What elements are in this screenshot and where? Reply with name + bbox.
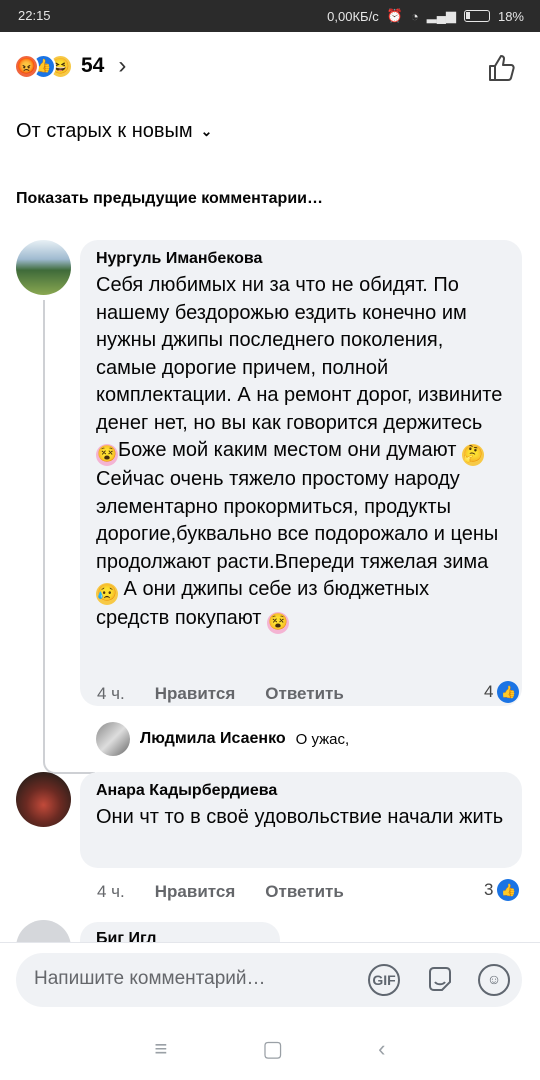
- comment-actions: 4 ч. Нравится Ответить: [97, 684, 344, 704]
- comment-text: Себя любимых ни за что не обидят. По наш…: [96, 272, 506, 634]
- comment-likes[interactable]: 3 👍: [484, 879, 520, 901]
- comment-input-placeholder: Напишите комментарий…: [34, 968, 266, 989]
- angry-icon: 😡: [14, 53, 39, 79]
- emoji-icon[interactable]: ☺: [478, 964, 510, 996]
- alarm-icon: ⏰: [386, 8, 403, 23]
- menu-icon[interactable]: ≡: [155, 1036, 168, 1062]
- network-speed: 0,00КБ/с: [327, 8, 379, 24]
- like-comment-button[interactable]: Нравится: [155, 882, 236, 902]
- battery-icon: [463, 10, 490, 22]
- wifi-icon: ◔: [410, 8, 419, 24]
- show-previous-comments-link[interactable]: Показать предыдущие комментарии…: [16, 190, 323, 208]
- sort-dropdown[interactable]: От старых к новым ⌄: [16, 120, 212, 143]
- reply-snippet: О ужас,: [295, 730, 350, 748]
- status-bar: 22:15 0,00КБ/с ⏰ ◔ ▂▄▆ 18%: [0, 0, 540, 32]
- comment-actions: 4 ч. Нравится Ответить: [97, 882, 344, 902]
- reply-button[interactable]: Ответить: [265, 684, 344, 704]
- reactions-count: 54: [81, 54, 105, 77]
- comment-time: 4 ч.: [97, 684, 125, 703]
- thinking-face-icon: 🤔: [461, 444, 484, 466]
- comment-bubble[interactable]: Нургуль Иманбекова Себя любимых ни за чт…: [80, 240, 522, 706]
- comments-sheet: 😡 👍 😆 54 › От старых к новым ⌄ Показать …: [0, 32, 540, 942]
- avatar[interactable]: [16, 772, 71, 827]
- sort-label: От старых к новым: [16, 120, 193, 142]
- comment-author[interactable]: Анара Кадырбердиева: [96, 782, 506, 800]
- system-nav-bar: ≡ ▢ ‹: [0, 1026, 540, 1071]
- gif-icon[interactable]: GIF: [368, 964, 400, 996]
- like-button-icon[interactable]: [486, 52, 518, 84]
- status-time: 22:15: [18, 8, 51, 23]
- reply-author: Людмила Исаенко: [140, 730, 286, 747]
- sticker-icon[interactable]: [424, 964, 456, 996]
- like-comment-button[interactable]: Нравится: [155, 684, 236, 704]
- comment-text: Они чт то в своё удовольствие начали жит…: [96, 806, 504, 828]
- avatar: [96, 722, 130, 756]
- battery-level: 18%: [497, 8, 524, 24]
- like-icon: 👍: [497, 681, 520, 703]
- like-icon: 👍: [497, 879, 520, 901]
- signal-icon: ▂▄▆: [426, 8, 456, 23]
- sad-face-icon: 😥: [96, 583, 118, 605]
- comment-input[interactable]: Напишите комментарий… GIF ☺: [16, 953, 522, 1007]
- avatar[interactable]: [16, 240, 71, 295]
- comment-time: 4 ч.: [97, 882, 125, 901]
- chevron-right-icon: ›: [118, 52, 127, 79]
- reply-button[interactable]: Ответить: [265, 882, 344, 902]
- comment-likes[interactable]: 4 👍: [484, 681, 520, 703]
- likes-count: 3: [484, 880, 494, 899]
- reply-preview[interactable]: Людмила Исаенко О ужас,: [96, 722, 349, 756]
- dizzy-face-icon: 😵: [96, 444, 118, 466]
- likes-count: 4: [484, 682, 494, 701]
- back-icon[interactable]: ‹: [378, 1036, 385, 1062]
- comment-bubble[interactable]: Анара Кадырбердиева Они чт то в своё удо…: [80, 772, 522, 868]
- comment-author[interactable]: Нургуль Иманбекова: [96, 250, 506, 268]
- home-icon[interactable]: ▢: [262, 1036, 283, 1062]
- composer-bar: Напишите комментарий… GIF ☺ ≡ ▢ ‹: [0, 942, 540, 1080]
- reactions-summary[interactable]: 😡 👍 😆 54 ›: [14, 52, 126, 80]
- dizzy-face-icon: 😵: [266, 612, 289, 634]
- chevron-down-icon: ⌄: [200, 123, 213, 139]
